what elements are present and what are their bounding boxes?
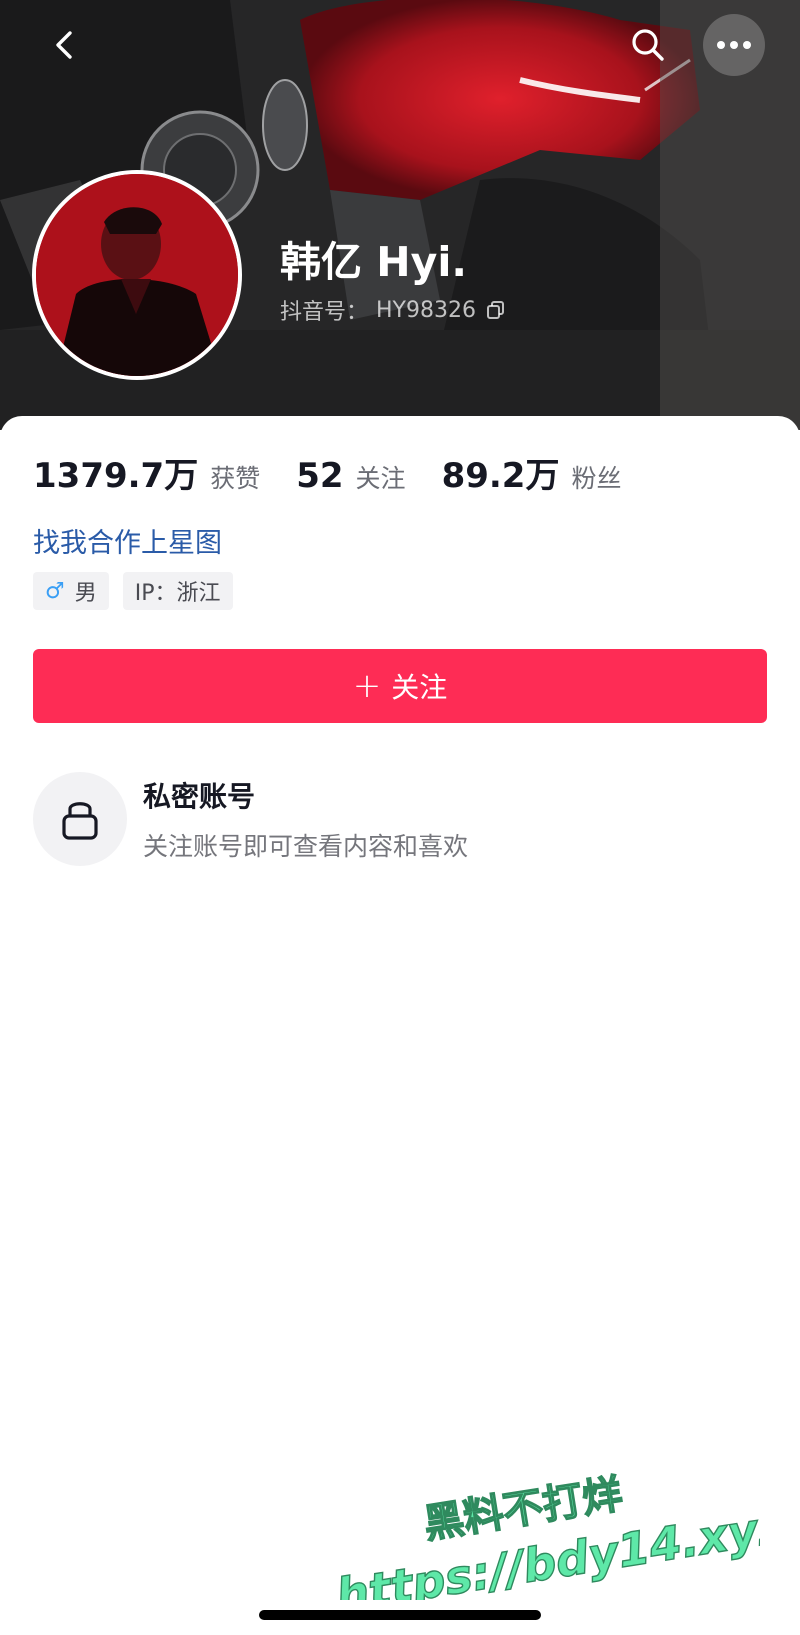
more-options-button[interactable] [703, 14, 765, 76]
plus-icon: + [352, 666, 382, 706]
avatar-photo [36, 174, 238, 376]
douyin-id-label: 抖音号： [280, 300, 369, 325]
avatar[interactable] [32, 170, 242, 380]
private-account-notice: 私密账号 关注账号即可查看内容和喜欢 [33, 772, 468, 866]
cooperation-link[interactable]: 找我合作上星图 [33, 521, 222, 560]
stat-likes[interactable]: 1379.7万 获赞 [33, 448, 260, 497]
copy-icon[interactable] [486, 300, 506, 320]
stat-likes-value: 1379.7万 [33, 456, 199, 496]
stat-followers[interactable]: 89.2万 粉丝 [442, 448, 622, 497]
douyin-id-value: HY98326 [376, 297, 476, 323]
stat-following[interactable]: 52 关注 [296, 456, 405, 496]
private-account-text: 私密账号 关注账号即可查看内容和喜欢 [143, 775, 468, 863]
profile-header: 韩亿 Hyi. 抖音号： HY98326 [0, 0, 800, 430]
search-icon [632, 29, 664, 61]
search-button[interactable] [617, 14, 679, 76]
douyin-id: 抖音号： HY98326 [280, 294, 506, 326]
chevron-left-icon [56, 31, 72, 59]
lock-icon [62, 802, 98, 840]
follow-button[interactable]: + 关注 [33, 649, 767, 723]
home-indicator [259, 1610, 541, 1620]
gender-label: 男 [74, 581, 97, 606]
stats-row: 1379.7万 获赞 52 关注 89.2万 粉丝 [33, 448, 657, 497]
ip-tag: IP：浙江 [122, 572, 233, 610]
follow-button-label: 关注 [391, 671, 448, 704]
profile-tags: ♂ 男 IP：浙江 [33, 572, 247, 610]
gender-tag: ♂ 男 [33, 572, 109, 610]
stat-following-value: 52 [296, 456, 344, 496]
ip-label: IP：浙江 [134, 581, 221, 606]
stat-following-label: 关注 [355, 464, 406, 493]
back-button[interactable] [34, 14, 96, 76]
male-icon: ♂ [45, 578, 65, 604]
stat-likes-label: 获赞 [210, 464, 261, 493]
private-account-title: 私密账号 [143, 780, 256, 813]
private-account-description: 关注账号即可查看内容和喜欢 [143, 832, 469, 861]
more-horizontal-icon [717, 41, 751, 49]
stat-followers-label: 粉丝 [571, 464, 622, 493]
lock-icon-container [33, 772, 127, 866]
watermark: 黑料不打烊 https://bdy14.xyz [340, 1470, 760, 1600]
profile-name: 韩亿 Hyi. [280, 238, 467, 286]
stat-followers-value: 89.2万 [441, 456, 560, 496]
